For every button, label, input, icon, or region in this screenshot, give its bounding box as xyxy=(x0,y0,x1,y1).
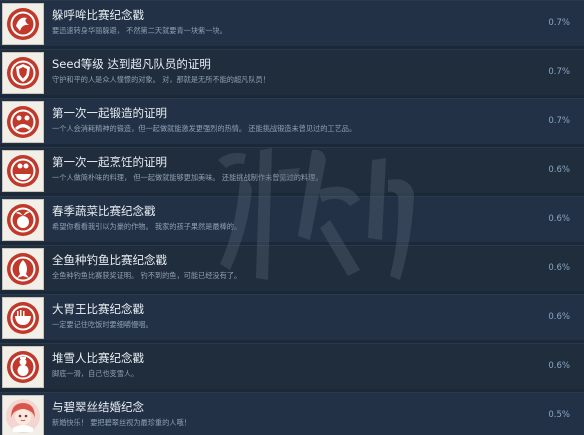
achievement-percent: 0.7% xyxy=(548,67,570,77)
achievement-row[interactable]: 第一次一起锻造的证明 一个人会消耗精神的锻造，但一起做就能激发更强烈的热情。 还… xyxy=(0,98,584,144)
bride-portrait-icon xyxy=(2,395,44,435)
achievement-title: 春季蔬菜比赛纪念戳 xyxy=(52,204,156,218)
achievement-row[interactable]: 大胃王比赛纪念戳 一定要记住吃饭时要细嚼慢咽。 0.6% xyxy=(0,294,584,340)
achievement-title: 躲呼哞比赛纪念戳 xyxy=(52,8,144,22)
achievement-percent: 0.7% xyxy=(548,18,570,28)
achievement-title: 大胃王比赛纪念戳 xyxy=(52,302,144,316)
achievement-title: Seed等级 达到超凡队员的证明 xyxy=(52,57,211,71)
achievement-percent: 0.6% xyxy=(548,361,570,371)
shield-badge-icon xyxy=(2,52,44,94)
snowman-icon xyxy=(2,346,44,388)
achievement-title: 与碧翠丝结婚纪念 xyxy=(52,400,144,414)
achievement-percent: 0.5% xyxy=(548,410,570,420)
achievement-title: 堆雪人比赛纪念戳 xyxy=(52,351,144,365)
achievement-row[interactable]: Seed等级 达到超凡队员的证明 守护和平的人是众人憧憬的对象。 对，那就是无所… xyxy=(0,49,584,95)
dodge-icon xyxy=(2,3,44,45)
achievement-description: 一个人会消耗精神的锻造，但一起做就能激发更强烈的热情。 还能挑战锻造未曾见过的工… xyxy=(52,124,357,133)
achievement-percent: 0.6% xyxy=(548,165,570,175)
achievement-row[interactable]: 春季蔬菜比赛纪念戳 希望你看看我引以为豪的作物。 我家的孩子果然是最棒的。 0.… xyxy=(0,196,584,242)
achievement-percent: 0.6% xyxy=(548,263,570,273)
achievement-title: 第一次一起锻造的证明 xyxy=(52,106,167,120)
bowl-icon xyxy=(2,297,44,339)
achievement-percent: 0.6% xyxy=(548,312,570,322)
vegetable-icon xyxy=(2,199,44,241)
achievement-description: 守护和平的人是众人憧憬的对象。 对，那就是无所不能的超凡队员！ xyxy=(52,75,270,84)
achievement-description: 一个人做简朴味的料理， 但一起做就能够更加美味。 还能挑战制作未曾见过的料理。 xyxy=(52,173,323,182)
achievement-description: 要迅速转身华丽躲避， 不然第二天就要青一块紫一块。 xyxy=(52,26,227,35)
cooking-icon xyxy=(2,150,44,192)
achievement-title: 全鱼种钓鱼比赛纪念戳 xyxy=(52,253,167,267)
achievement-row[interactable]: 躲呼哞比赛纪念戳 要迅速转身华丽躲避， 不然第二天就要青一块紫一块。 0.7% xyxy=(0,0,584,46)
achievement-percent: 0.7% xyxy=(548,116,570,126)
achievement-percent: 0.6% xyxy=(548,214,570,224)
forge-icon xyxy=(2,101,44,143)
achievement-row[interactable]: 第一次一起烹饪的证明 一个人做简朴味的料理， 但一起做就能够更加美味。 还能挑战… xyxy=(0,147,584,193)
achievement-description: 全鱼种钓鱼比赛获奖证明。 钓不到的鱼，可能已经没有了。 xyxy=(52,271,242,280)
achievement-list: 躲呼哞比赛纪念戳 要迅速转身华丽躲避， 不然第二天就要青一块紫一块。 0.7% … xyxy=(0,0,584,435)
achievement-description: 一定要记住吃饭时要细嚼慢咽。 xyxy=(52,320,153,329)
achievement-row[interactable]: 堆雪人比赛纪念戳 脚底一滑，自己也变雪人。 0.6% xyxy=(0,343,584,389)
achievement-description: 希望你看看我引以为豪的作物。 我家的孩子果然是最棒的。 xyxy=(52,222,242,231)
achievement-description: 新婚快乐！ 要把碧翠丝视为最珍重的人哦！ xyxy=(52,418,191,427)
achievement-row[interactable]: 全鱼种钓鱼比赛纪念戳 全鱼种钓鱼比赛获奖证明。 钓不到的鱼，可能已经没有了。 0… xyxy=(0,245,584,291)
achievement-description: 脚底一滑，自己也变雪人。 xyxy=(52,369,139,378)
fish-icon xyxy=(2,248,44,290)
achievement-title: 第一次一起烹饪的证明 xyxy=(52,155,167,169)
achievement-row[interactable]: 与碧翠丝结婚纪念 新婚快乐！ 要把碧翠丝视为最珍重的人哦！ 0.5% xyxy=(0,392,584,435)
